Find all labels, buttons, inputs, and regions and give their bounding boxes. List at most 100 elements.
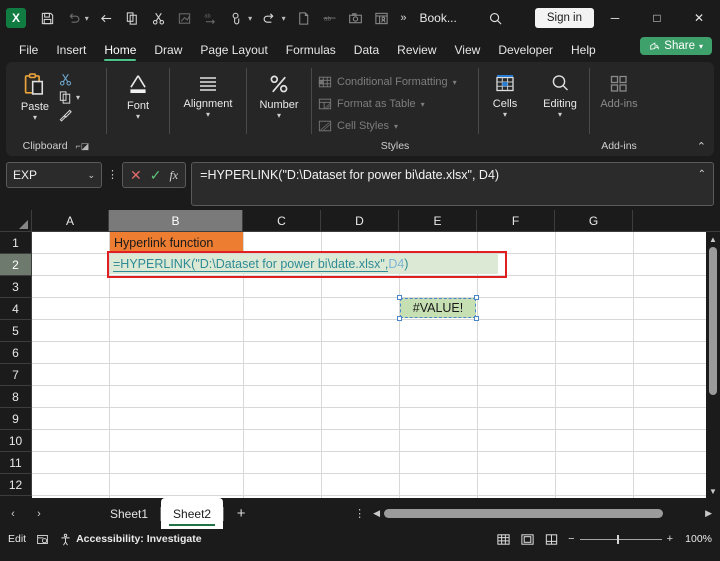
cells-dropdown-caret-icon[interactable]: ▾ [503,110,507,119]
new-file-icon[interactable] [290,5,316,31]
clipboard-dialog-launcher-icon[interactable]: ⌐◪ [76,141,90,151]
normal-view-button[interactable] [496,532,511,547]
enter-formula-button[interactable]: ✓ [150,168,162,182]
share-dropdown-caret-icon[interactable]: ▾ [699,42,703,51]
spelling-icon[interactable]: ab [197,5,223,31]
undo-icon[interactable] [60,5,86,31]
zoom-level-label[interactable]: 100% [682,533,712,545]
tab-insert[interactable]: Insert [47,41,95,62]
row-header-11[interactable]: 11 [0,452,32,474]
sign-in-button[interactable]: Sign in [535,8,594,28]
cell-d4[interactable]: #VALUE! [400,298,476,318]
tab-home[interactable]: Home [95,41,145,62]
camera-icon[interactable] [342,5,368,31]
format-painter-button[interactable] [58,108,80,123]
column-header-e[interactable]: E [399,210,477,231]
save-icon[interactable] [34,5,60,31]
tab-data[interactable]: Data [345,41,388,62]
hscroll-thumb[interactable] [384,509,663,518]
tab-help[interactable]: Help [562,41,605,62]
number-button[interactable]: Number ▾ [253,68,305,120]
paste-button[interactable]: Paste ▾ [12,68,58,122]
row-header-1[interactable]: 1 [0,232,32,254]
column-header-c[interactable]: C [243,210,321,231]
zoom-out-button[interactable]: − [568,533,574,545]
font-dropdown-caret-icon[interactable]: ▾ [136,112,140,121]
maximize-button[interactable]: □ [636,0,678,36]
page-break-view-button[interactable] [544,532,559,547]
cut-icon[interactable] [145,5,171,31]
chart-icon[interactable] [171,5,197,31]
tab-file[interactable]: File [10,41,47,62]
minimize-button[interactable]: ─ [594,0,636,36]
copy-icon[interactable] [119,5,145,31]
scroll-up-icon[interactable]: ▲ [709,232,717,246]
cell-d4-handle-tl[interactable] [397,295,402,300]
editing-button[interactable]: Editing ▾ [537,68,583,119]
formula-bar-more-icon[interactable]: ⋮ [107,162,117,188]
tab-page-layout[interactable]: Page Layout [191,41,276,62]
record-macro-button[interactable] [36,533,49,546]
cell-styles-caret-icon[interactable]: ▾ [394,122,398,131]
cancel-formula-button[interactable]: ✕ [130,168,142,182]
hscroll-track[interactable] [384,509,701,519]
conditional-formatting-caret-icon[interactable]: ▾ [453,78,457,87]
paste-dropdown-caret-icon[interactable]: ▾ [33,113,37,122]
font-button[interactable]: Font ▾ [113,68,163,121]
hscroll-left-icon[interactable]: ◀ [373,508,380,519]
page-layout-view-button[interactable] [520,532,535,547]
cell-b1[interactable]: Hyperlink function [110,232,243,253]
qat-overflow-icon[interactable]: » [394,12,411,24]
cells-button[interactable]: Cells ▾ [485,68,525,119]
cut-button[interactable] [58,72,80,87]
vertical-scrollbar[interactable]: ▲ ▼ [706,232,720,498]
back-arrow-icon[interactable] [93,5,119,31]
scroll-down-icon[interactable]: ▼ [709,484,717,498]
copy-dropdown-caret-icon[interactable]: ▾ [76,93,80,102]
cell-d4-handle-br[interactable] [474,316,479,321]
row-header-8[interactable]: 8 [0,386,32,408]
vertical-scroll-thumb[interactable] [709,247,717,395]
next-sheet-button[interactable]: › [26,498,52,529]
row-header-5[interactable]: 5 [0,320,32,342]
column-header-b[interactable]: B [109,210,243,231]
column-header-d[interactable]: D [321,210,399,231]
column-header-a[interactable]: A [32,210,109,231]
cell-area[interactable]: Hyperlink function =HYPERLINK("D:\Datase… [32,232,720,498]
formula-input[interactable]: =HYPERLINK("D:\Dataset for power bi\date… [191,162,714,206]
copy-button[interactable]: ▾ [58,90,80,105]
zoom-knob[interactable] [617,535,619,544]
touch-mode-icon[interactable] [223,5,249,31]
redo-icon[interactable] [257,5,283,31]
cell-styles-button[interactable]: Cell Styles ▾ [318,116,398,136]
strikethrough-icon[interactable]: ab [316,5,342,31]
zoom-track[interactable] [580,539,662,540]
name-box-caret-icon[interactable]: ⌄ [87,170,95,181]
sheet-tab-sheet2[interactable]: Sheet2 [161,498,223,529]
form-icon[interactable] [368,5,394,31]
row-header-3[interactable]: 3 [0,276,32,298]
zoom-in-button[interactable]: + [667,533,673,545]
row-header-6[interactable]: 6 [0,342,32,364]
tab-view[interactable]: View [446,41,490,62]
collapse-ribbon-button[interactable]: ⌃ [697,140,706,153]
tab-developer[interactable]: Developer [489,41,562,62]
search-icon[interactable] [483,5,509,31]
column-header-f[interactable]: F [477,210,555,231]
horizontal-scrollbar[interactable]: ◀ ▶ [373,508,720,519]
tab-draw[interactable]: Draw [145,41,191,62]
select-all-corner[interactable] [0,210,32,231]
add-sheet-button[interactable]: + [224,498,258,529]
row-header-9[interactable]: 9 [0,408,32,430]
tab-review[interactable]: Review [388,41,445,62]
row-header-12[interactable]: 12 [0,474,32,496]
accessibility-status[interactable]: Accessibility: Investigate [59,533,201,546]
row-header-4[interactable]: 4 [0,298,32,320]
share-button[interactable]: Share ▾ [640,37,712,55]
hscroll-right-icon[interactable]: ▶ [705,508,712,519]
sheet-tab-overflow-icon[interactable]: ⋮ [354,507,365,520]
prev-sheet-button[interactable]: ‹ [0,498,26,529]
column-header-g[interactable]: G [555,210,633,231]
addins-button[interactable]: Add-ins [596,68,642,110]
format-as-table-button[interactable]: Format as Table ▾ [318,94,425,114]
